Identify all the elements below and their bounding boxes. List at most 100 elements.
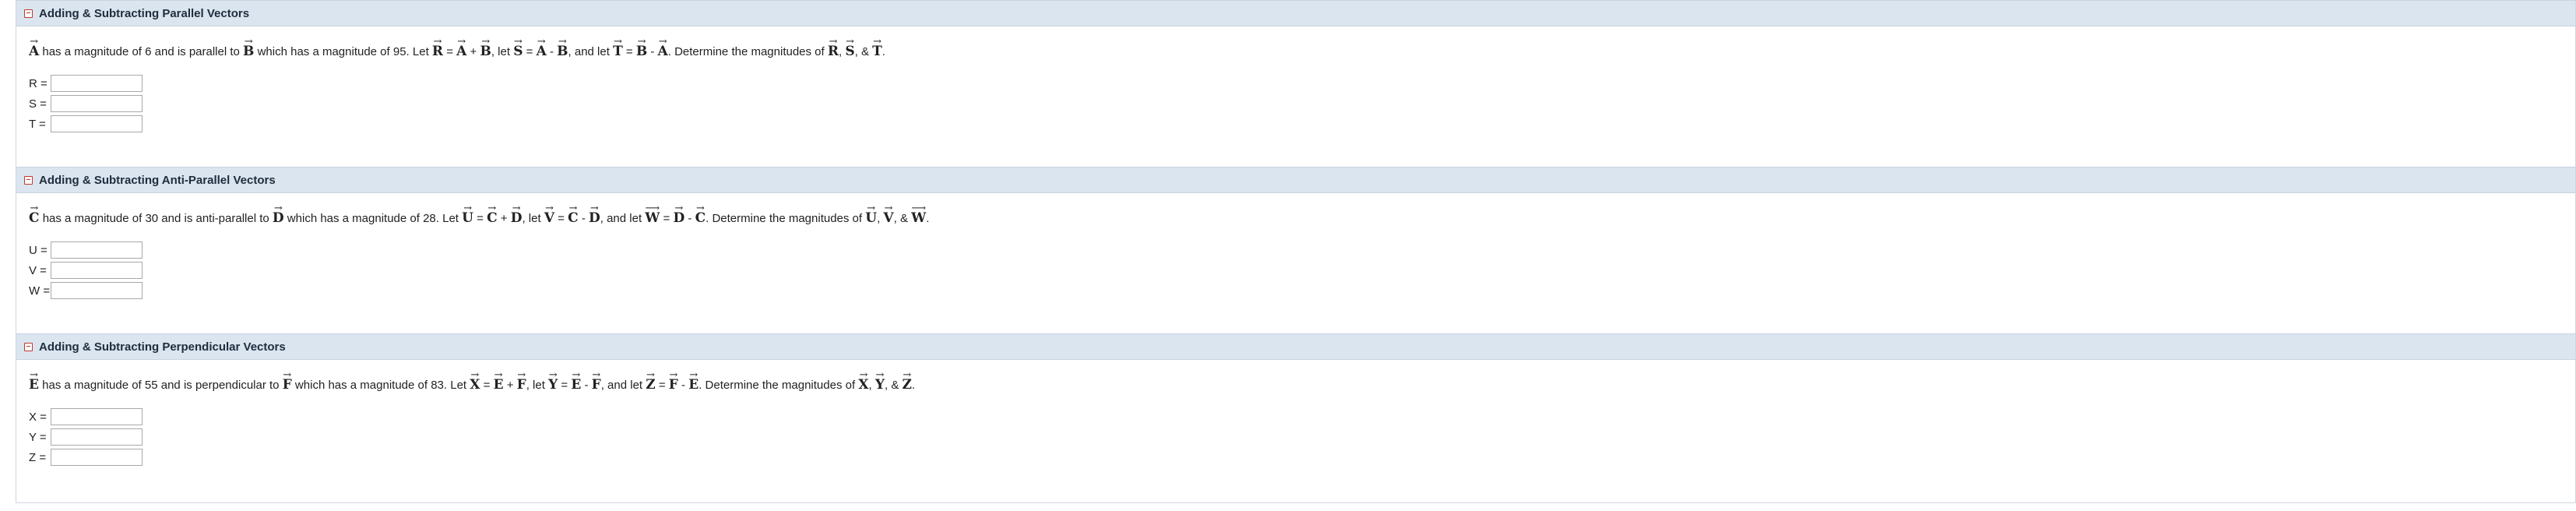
- section-title: Adding & Subtracting Parallel Vectors: [39, 6, 250, 20]
- vector-symbol: X: [858, 372, 868, 394]
- vector-symbol: C: [29, 206, 40, 227]
- answer-input-u[interactable]: [51, 241, 143, 259]
- question-fragment: which has a magnitude of 83. Let: [291, 379, 470, 392]
- question-fragment: . Determine the magnitudes of: [699, 379, 859, 392]
- answer-label: Y =: [29, 430, 47, 444]
- question-fragment: , let: [526, 379, 549, 392]
- collapse-icon[interactable]: [24, 9, 33, 18]
- answer-row-y: Y =: [29, 427, 2575, 447]
- vector-symbol: U: [865, 206, 877, 227]
- section-parallel: Adding & Subtracting Parallel Vectors A …: [16, 0, 2575, 167]
- question-fragment: -: [581, 379, 592, 392]
- question-fragment: =: [622, 45, 636, 58]
- vector-symbol: E: [29, 372, 39, 394]
- answer-label: W =: [29, 284, 51, 298]
- answer-label: U =: [29, 243, 48, 257]
- answer-row-v: V =: [29, 260, 2575, 280]
- answer-fields: X = Y = Z =: [29, 407, 2575, 467]
- question-text: E has a magnitude of 55 and is perpendic…: [29, 372, 2575, 394]
- answer-fields: R = S = T =: [29, 73, 2575, 134]
- question-fragment: -: [647, 45, 658, 58]
- question-fragment: -: [684, 212, 695, 225]
- vector-symbol: C: [568, 206, 579, 227]
- vector-symbol: B: [557, 39, 568, 61]
- vector-symbol: S: [513, 39, 523, 61]
- section-body: E has a magnitude of 55 and is perpendic…: [16, 360, 2575, 467]
- vector-symbol: C: [487, 206, 498, 227]
- section-body: A has a magnitude of 6 and is parallel t…: [16, 26, 2575, 134]
- vector-symbol: T: [613, 39, 623, 61]
- answer-input-t[interactable]: [51, 115, 143, 132]
- section-header[interactable]: Adding & Subtracting Anti-Parallel Vecto…: [16, 167, 2575, 193]
- answer-label: R =: [29, 76, 48, 90]
- question-fragment: +: [466, 45, 480, 58]
- answer-input-w[interactable]: [51, 282, 143, 299]
- vector-symbol: U: [462, 206, 473, 227]
- vector-symbol: R: [828, 39, 839, 61]
- question-fragment: =: [655, 379, 669, 392]
- answer-input-r[interactable]: [51, 75, 143, 92]
- problem-set: Adding & Subtracting Parallel Vectors A …: [16, 0, 2576, 503]
- question-fragment: ,: [868, 379, 875, 392]
- question-fragment: which has a magnitude of 28. Let: [283, 212, 463, 225]
- answer-row-t: T =: [29, 114, 2575, 134]
- collapse-icon[interactable]: [24, 175, 33, 185]
- question-fragment: , let: [491, 45, 514, 58]
- question-fragment: , let: [522, 212, 544, 225]
- vector-symbol: E: [688, 372, 699, 394]
- question-fragment: =: [558, 379, 572, 392]
- question-text: C has a magnitude of 30 and is anti-para…: [29, 206, 2575, 227]
- vector-symbol: V: [883, 206, 893, 227]
- vector-symbol: A: [29, 39, 39, 61]
- question-fragment: , and let: [600, 379, 646, 392]
- vector-symbol: B: [480, 39, 491, 61]
- answer-input-x[interactable]: [51, 408, 143, 425]
- answer-row-r: R =: [29, 73, 2575, 93]
- section-header[interactable]: Adding & Subtracting Parallel Vectors: [16, 0, 2575, 26]
- vector-symbol: Y: [875, 372, 885, 394]
- answer-row-w: W =: [29, 280, 2575, 301]
- question-fragment: -: [546, 45, 558, 58]
- answer-fields: U = V = W =: [29, 240, 2575, 301]
- answer-input-z[interactable]: [51, 449, 143, 466]
- vector-symbol: D: [589, 206, 600, 227]
- question-fragment: , &: [893, 212, 912, 225]
- question-fragment: -: [677, 379, 689, 392]
- vector-symbol: A: [658, 39, 668, 61]
- vector-symbol: D: [273, 206, 284, 227]
- section-perpendicular: Adding & Subtracting Perpendicular Vecto…: [16, 333, 2575, 503]
- vector-symbol: D: [511, 206, 523, 227]
- vector-symbol: A: [537, 39, 547, 61]
- answer-label: S =: [29, 97, 47, 111]
- question-fragment: has a magnitude of 6 and is parallel to: [39, 45, 244, 58]
- collapse-icon[interactable]: [24, 342, 33, 351]
- answer-label: Z =: [29, 450, 47, 464]
- question-fragment: ,: [839, 45, 846, 58]
- question-fragment: , and let: [600, 212, 646, 225]
- vector-symbol: F: [517, 372, 526, 394]
- question-fragment: , &: [854, 45, 873, 58]
- question-fragment: . Determine the magnitudes of: [667, 45, 828, 58]
- answer-input-s[interactable]: [51, 95, 143, 112]
- answer-row-u: U =: [29, 240, 2575, 260]
- vector-symbol: W: [645, 206, 660, 227]
- question-fragment: has a magnitude of 55 and is perpendicul…: [38, 379, 283, 392]
- question-fragment: .: [911, 379, 916, 392]
- question-fragment: , &: [884, 379, 903, 392]
- answer-label: V =: [29, 263, 47, 277]
- answer-label: T =: [29, 117, 46, 131]
- section-header[interactable]: Adding & Subtracting Perpendicular Vecto…: [16, 333, 2575, 360]
- vector-symbol: Z: [646, 372, 655, 394]
- question-fragment: has a magnitude of 30 and is anti-parall…: [39, 212, 273, 225]
- question-fragment: =: [660, 212, 674, 225]
- vector-symbol: Y: [548, 372, 558, 394]
- vector-symbol: C: [695, 206, 706, 227]
- vector-symbol: F: [592, 372, 601, 394]
- vector-symbol: R: [432, 39, 443, 61]
- answer-input-v[interactable]: [51, 262, 143, 279]
- vector-symbol: V: [544, 206, 554, 227]
- vector-symbol: A: [456, 39, 466, 61]
- question-fragment: +: [497, 212, 511, 225]
- section-body: C has a magnitude of 30 and is anti-para…: [16, 193, 2575, 301]
- answer-input-y[interactable]: [51, 428, 143, 446]
